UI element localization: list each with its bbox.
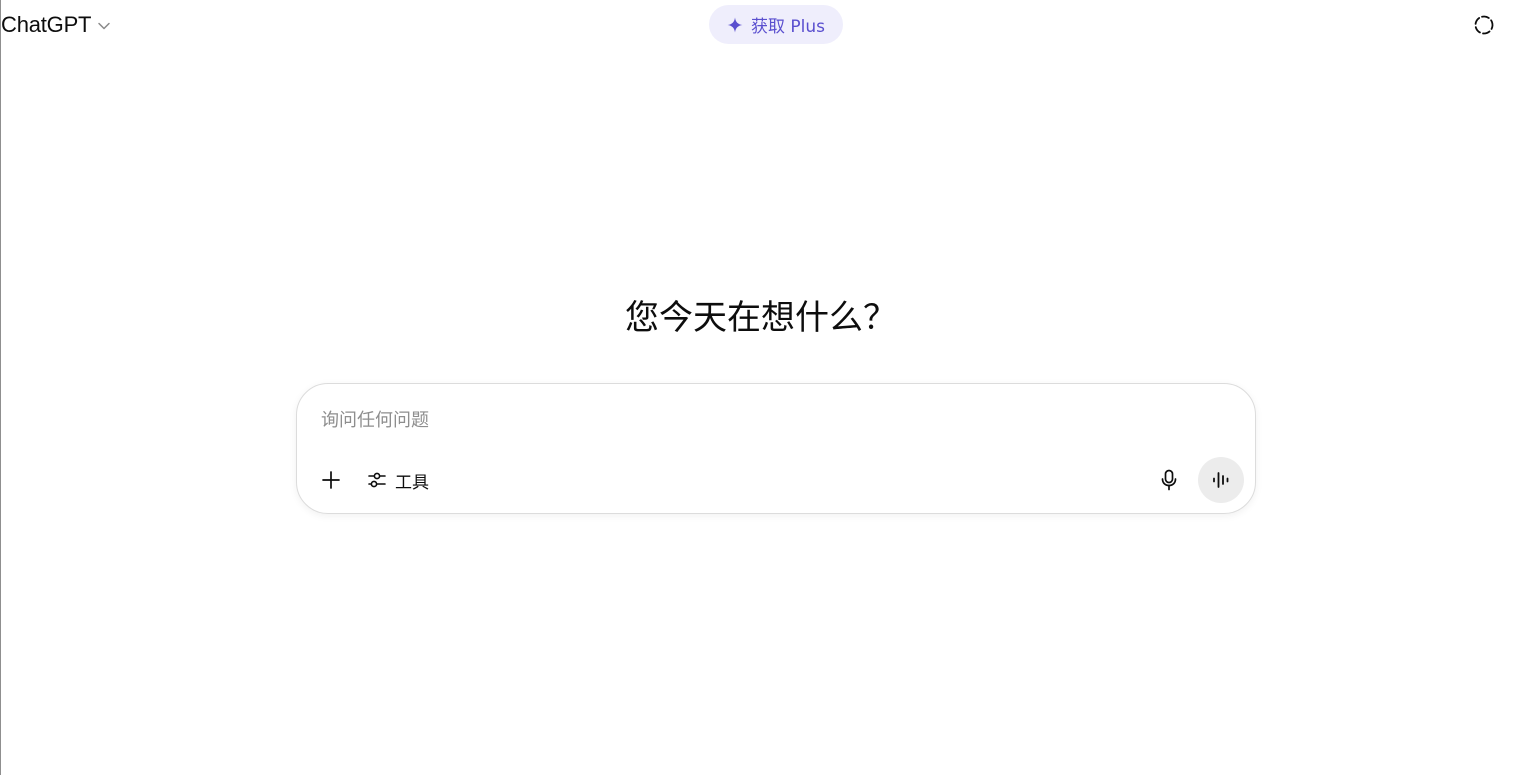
microphone-icon [1159,469,1179,491]
temporary-chat-button[interactable] [1467,8,1501,42]
tools-label: 工具 [395,472,429,493]
composer: 工具 [296,383,1256,514]
model-switcher[interactable]: ChatGPT [1,8,113,42]
page-title: 您今天在想什么？ [625,298,897,338]
chatgpt-page: ChatGPT 获取 Plus 您今天在想什么？ 询问任何问题 工具 [0,0,1520,775]
sliders-icon [367,470,387,490]
sparkle-icon [727,17,743,33]
dictate-button[interactable] [1153,464,1185,496]
voice-mode-button[interactable] [1198,457,1244,503]
plus-icon [321,470,341,490]
dashed-circle-icon [1473,14,1495,36]
model-name: ChatGPT [1,12,92,37]
get-plus-button[interactable]: 获取 Plus [709,5,843,44]
get-plus-label: 获取 Plus [750,17,825,37]
attach-button[interactable] [315,464,347,496]
chevron-down-icon [95,17,113,35]
prompt-input[interactable] [321,406,1201,434]
waveform-icon [1211,470,1231,490]
tools-button[interactable]: 工具 [361,464,435,496]
